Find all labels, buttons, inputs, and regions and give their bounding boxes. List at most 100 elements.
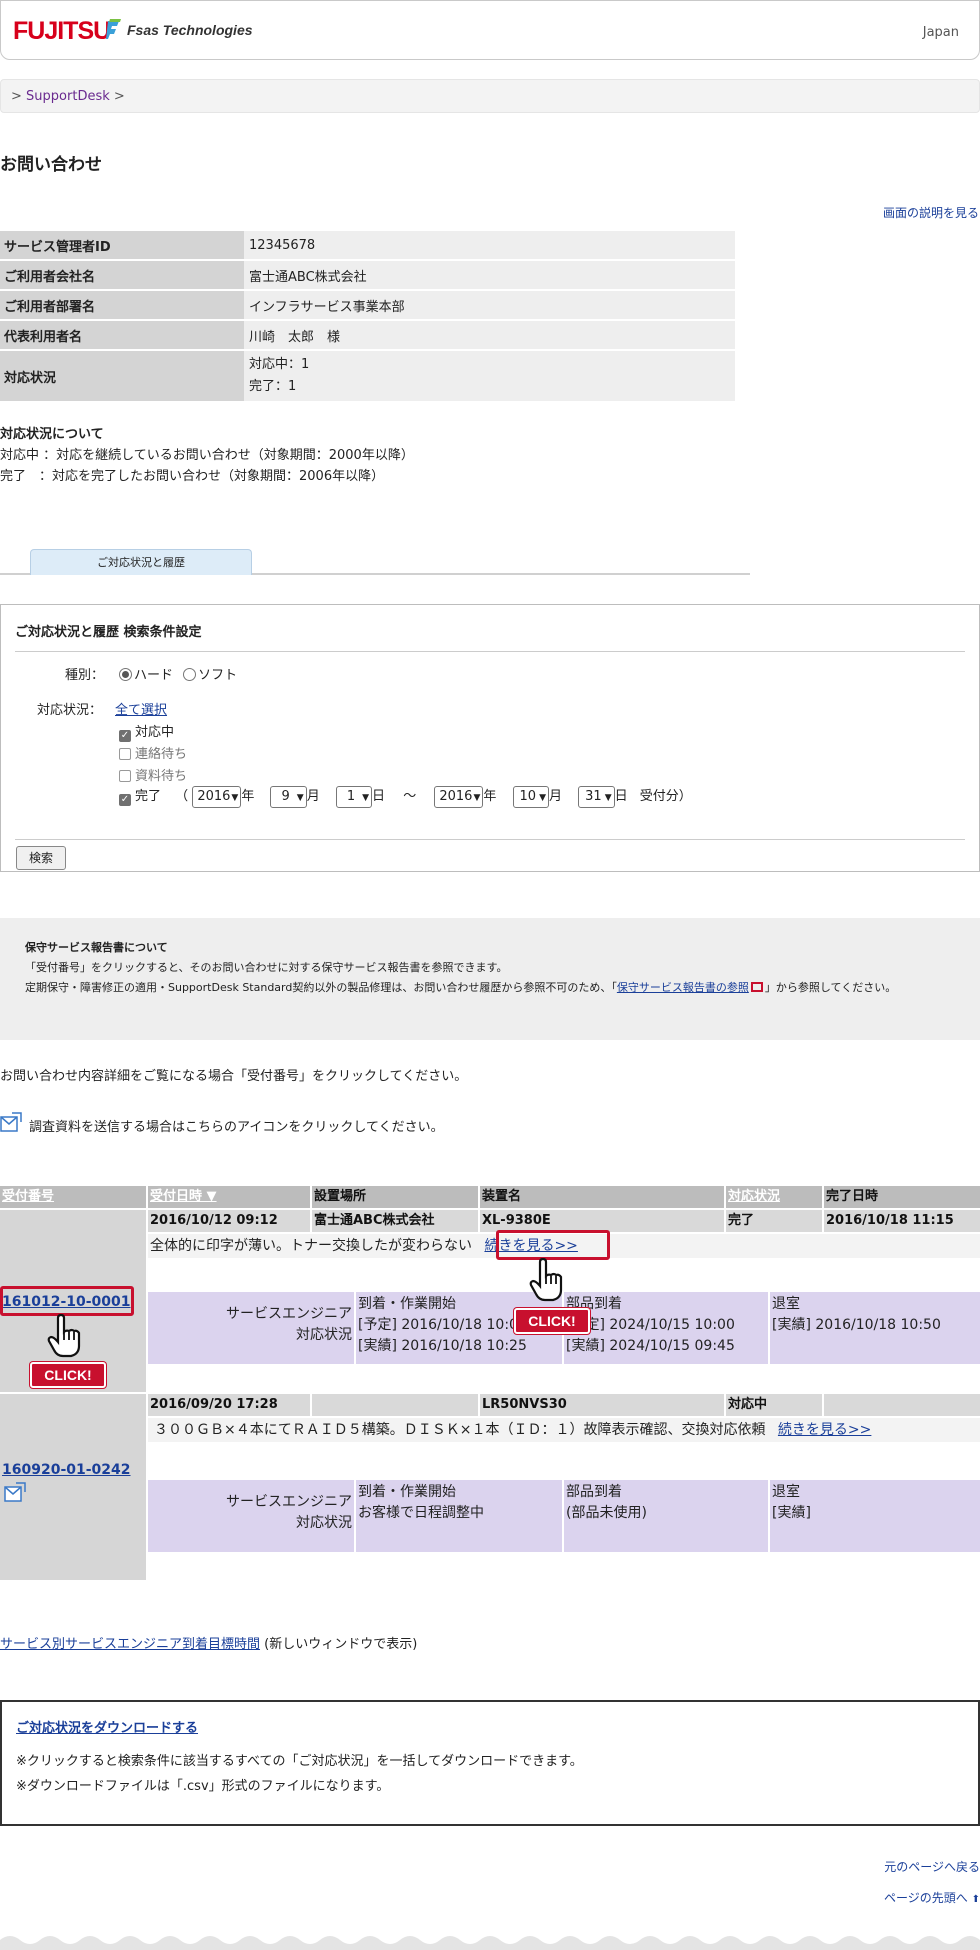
back-to-previous-link[interactable]: 元のページへ戻る: [884, 1858, 980, 1875]
info-row: ご利用者部署名 インフラサービス事業本部: [0, 291, 735, 319]
checkbox-inprogress[interactable]: ✓: [119, 730, 131, 742]
summary-text: ３００ＧＢ×４本にてＲＡＩＤ５構築。ＤＩＳＫ×１本（ＩＤ：１）故障表示確認、交換…: [154, 1422, 766, 1438]
info-value: 川崎 太郎 様: [244, 321, 735, 349]
checkbox-label: 連絡待ち: [135, 747, 188, 762]
breadcrumb-separator: >: [11, 89, 22, 104]
radio-soft[interactable]: [183, 668, 197, 681]
info-row: 代表利用者名 川崎 太郎 様: [0, 321, 735, 349]
tab-status-history[interactable]: ご対応状況と履歴: [30, 549, 252, 575]
record-device: XL-9380E: [480, 1210, 724, 1232]
info-row: サービス管理者ID 12345678: [0, 231, 735, 259]
to-year-select[interactable]: 2016▼: [434, 785, 484, 808]
status-explanation-heading: 対応状況について: [0, 427, 104, 442]
pointer-hand-icon: [47, 1314, 81, 1358]
engineer-target-time-link[interactable]: サービス別サービスエンジニア到着目標時間: [0, 1637, 260, 1652]
select-all-link[interactable]: 全て選択: [115, 699, 167, 718]
receipt-number-link[interactable]: 160920-01-0242: [2, 1462, 131, 1478]
info-row: ご利用者会社名 富士通ABC株式会社: [0, 261, 735, 289]
header-status[interactable]: 対応状況: [726, 1186, 822, 1208]
fsas-brand-name: Fsas Technologies: [127, 22, 253, 38]
download-panel: ご対応状況をダウンロードする ※クリックすると検索条件に該当するすべての「ご対応…: [0, 1700, 980, 1826]
paren: （: [175, 789, 189, 804]
checkbox-waiting-contact[interactable]: [119, 748, 131, 760]
footer-wave-decoration: [0, 1936, 980, 1950]
search-button[interactable]: 検索: [16, 846, 66, 870]
read-more-callout-highlight: [496, 1230, 610, 1260]
record-date: 2016/09/20 17:28: [148, 1394, 310, 1416]
status-count-done: 完了：1: [249, 379, 297, 394]
status-filter-label: 対応状況：: [37, 703, 103, 718]
engineer-arrival: 到着・作業開始 お客様で日程調整中: [356, 1480, 562, 1552]
download-note: ※クリックすると検索条件に該当するすべての「ご対応状況」を一括してダウンロードで…: [16, 1754, 583, 1769]
site-header: FUJITSU Fsas Technologies Japan: [0, 0, 980, 60]
unit: 月: [306, 789, 320, 804]
radio-hard[interactable]: [119, 668, 132, 681]
fsas-logo-icon: [106, 19, 121, 39]
download-link[interactable]: ご対応状況をダウンロードする: [16, 1716, 964, 1741]
status-option[interactable]: ✓ 対応中: [119, 721, 174, 742]
status-option-done-row: ✓ 完了 （ 2016▼ 年 9 ▼ 月 1 ▼ 日 ～ 2016▼ 年 10 ▼ 月 31 ▼ 日 …: [119, 785, 692, 808]
engineer-leave: 退室 [実績] 2016/10/18 10:50: [770, 1292, 980, 1364]
fujitsu-logo[interactable]: FUJITSU: [13, 17, 111, 46]
target-time-row: サービス別サービスエンジニア到着目標時間 (新しいウィンドウで表示): [0, 1633, 417, 1652]
user-info-table: サービス管理者ID 12345678 ご利用者会社名 富士通ABC株式会社 ご利用者…: [0, 229, 735, 403]
from-month-select[interactable]: 9 ▼: [270, 785, 307, 808]
to-month-select[interactable]: 10 ▼: [512, 785, 549, 808]
breadcrumb-separator: >: [113, 89, 125, 104]
unit: 日: [372, 789, 386, 804]
screen-help-link[interactable]: 画面の説明を見る: [883, 204, 979, 221]
report-notice-line: 定期保守・障害修正の適用・SupportDesk Standard契約以外の製品…: [25, 981, 897, 994]
to-day-select[interactable]: 31 ▼: [578, 785, 615, 808]
report-reference-link[interactable]: 保守サービス報告書の参照: [617, 981, 749, 994]
record-summary: ３００ＧＢ×４本にてＲＡＩＤ５構築。ＤＩＳＫ×１本（ＩＤ：１）故障表示確認、交換…: [148, 1418, 980, 1442]
click-callout-label: CLICK!: [514, 1308, 590, 1334]
unit: 月: [549, 789, 563, 804]
region-link[interactable]: Japan: [923, 25, 959, 40]
unit: 日: [614, 789, 628, 804]
record-location: 富士通ABC株式会社: [312, 1210, 478, 1232]
header-receipt-date[interactable]: 受付日時 ▼: [148, 1186, 310, 1208]
breadcrumb: > SupportDesk >: [0, 79, 980, 113]
report-notice-heading: 保守サービス報告書について: [25, 941, 168, 954]
status-option[interactable]: 資料待ち: [119, 765, 187, 784]
page-top-link[interactable]: ページの先頭へ ⬆: [884, 1889, 980, 1906]
header-completed: 完了日時: [824, 1186, 980, 1208]
header-receipt-no[interactable]: 受付番号: [0, 1186, 146, 1208]
engineer-status-label: サービスエンジニア 対応状況: [148, 1480, 354, 1552]
range-separator: ～: [403, 789, 417, 804]
new-window-note: (新しいウィンドウで表示): [264, 1637, 418, 1652]
read-more-link[interactable]: 続きを見る>>: [778, 1422, 871, 1438]
checkbox-waiting-docs[interactable]: [119, 770, 131, 782]
record-location: [312, 1394, 478, 1416]
info-value-status: 対応中：1 完了：1: [244, 351, 735, 401]
info-label: ご利用者会社名: [0, 261, 244, 289]
upload-mail-icon[interactable]: [0, 1112, 22, 1134]
record-completed: [824, 1394, 980, 1416]
info-row-status: 対応状況 対応中：1 完了：1: [0, 351, 735, 401]
status-explanation-line: 対応中 ：対応を継続しているお問い合わせ（対象期間：2000年以降）: [0, 448, 414, 463]
engineer-parts: 部品到着 [予定] 2024/10/15 10:00 [実績] 2024/10/15…: [564, 1292, 768, 1364]
report-notice-line: 「受付番号」をクリックすると、そのお問い合わせに対する保守サービス報告書を参照で…: [25, 961, 508, 974]
external-window-icon: [750, 982, 763, 992]
to-top-icon: ⬆: [971, 1894, 980, 1905]
from-year-select[interactable]: 2016▼: [192, 785, 242, 808]
click-callout-label: CLICK!: [30, 1362, 106, 1388]
checkbox-done[interactable]: ✓: [119, 794, 131, 806]
type-radio-group: ハード ソフト: [119, 664, 237, 683]
divider: [15, 839, 965, 840]
divider: [15, 651, 965, 652]
from-day-select[interactable]: 1 ▼: [335, 785, 373, 808]
header-location: 設置場所: [312, 1186, 478, 1208]
status-option[interactable]: 連絡待ち: [119, 743, 187, 762]
engineer-status-label: サービスエンジニア 対応状況: [148, 1292, 354, 1364]
pointer-hand-icon: [529, 1258, 563, 1302]
checkbox-label: 対応中: [135, 725, 175, 740]
search-conditions-panel: ご対応状況と履歴 検索条件設定 種別： ハード ソフト 対応状況： 全て選択 ✓…: [0, 604, 980, 872]
upload-mail-icon[interactable]: [4, 1482, 26, 1504]
checkbox-label: 資料待ち: [135, 769, 188, 784]
type-label: 種別：: [65, 668, 105, 683]
detail-instruction: お問い合わせ内容詳細をご覧になる場合「受付番号」をクリックしてください。: [0, 1069, 468, 1084]
breadcrumb-supportdesk[interactable]: SupportDesk: [26, 89, 110, 104]
range-suffix: 受付分）: [639, 789, 692, 804]
status-explanation: 対応状況について 対応中 ：対応を継続しているお問い合わせ（対象期間：2000年…: [0, 424, 414, 487]
